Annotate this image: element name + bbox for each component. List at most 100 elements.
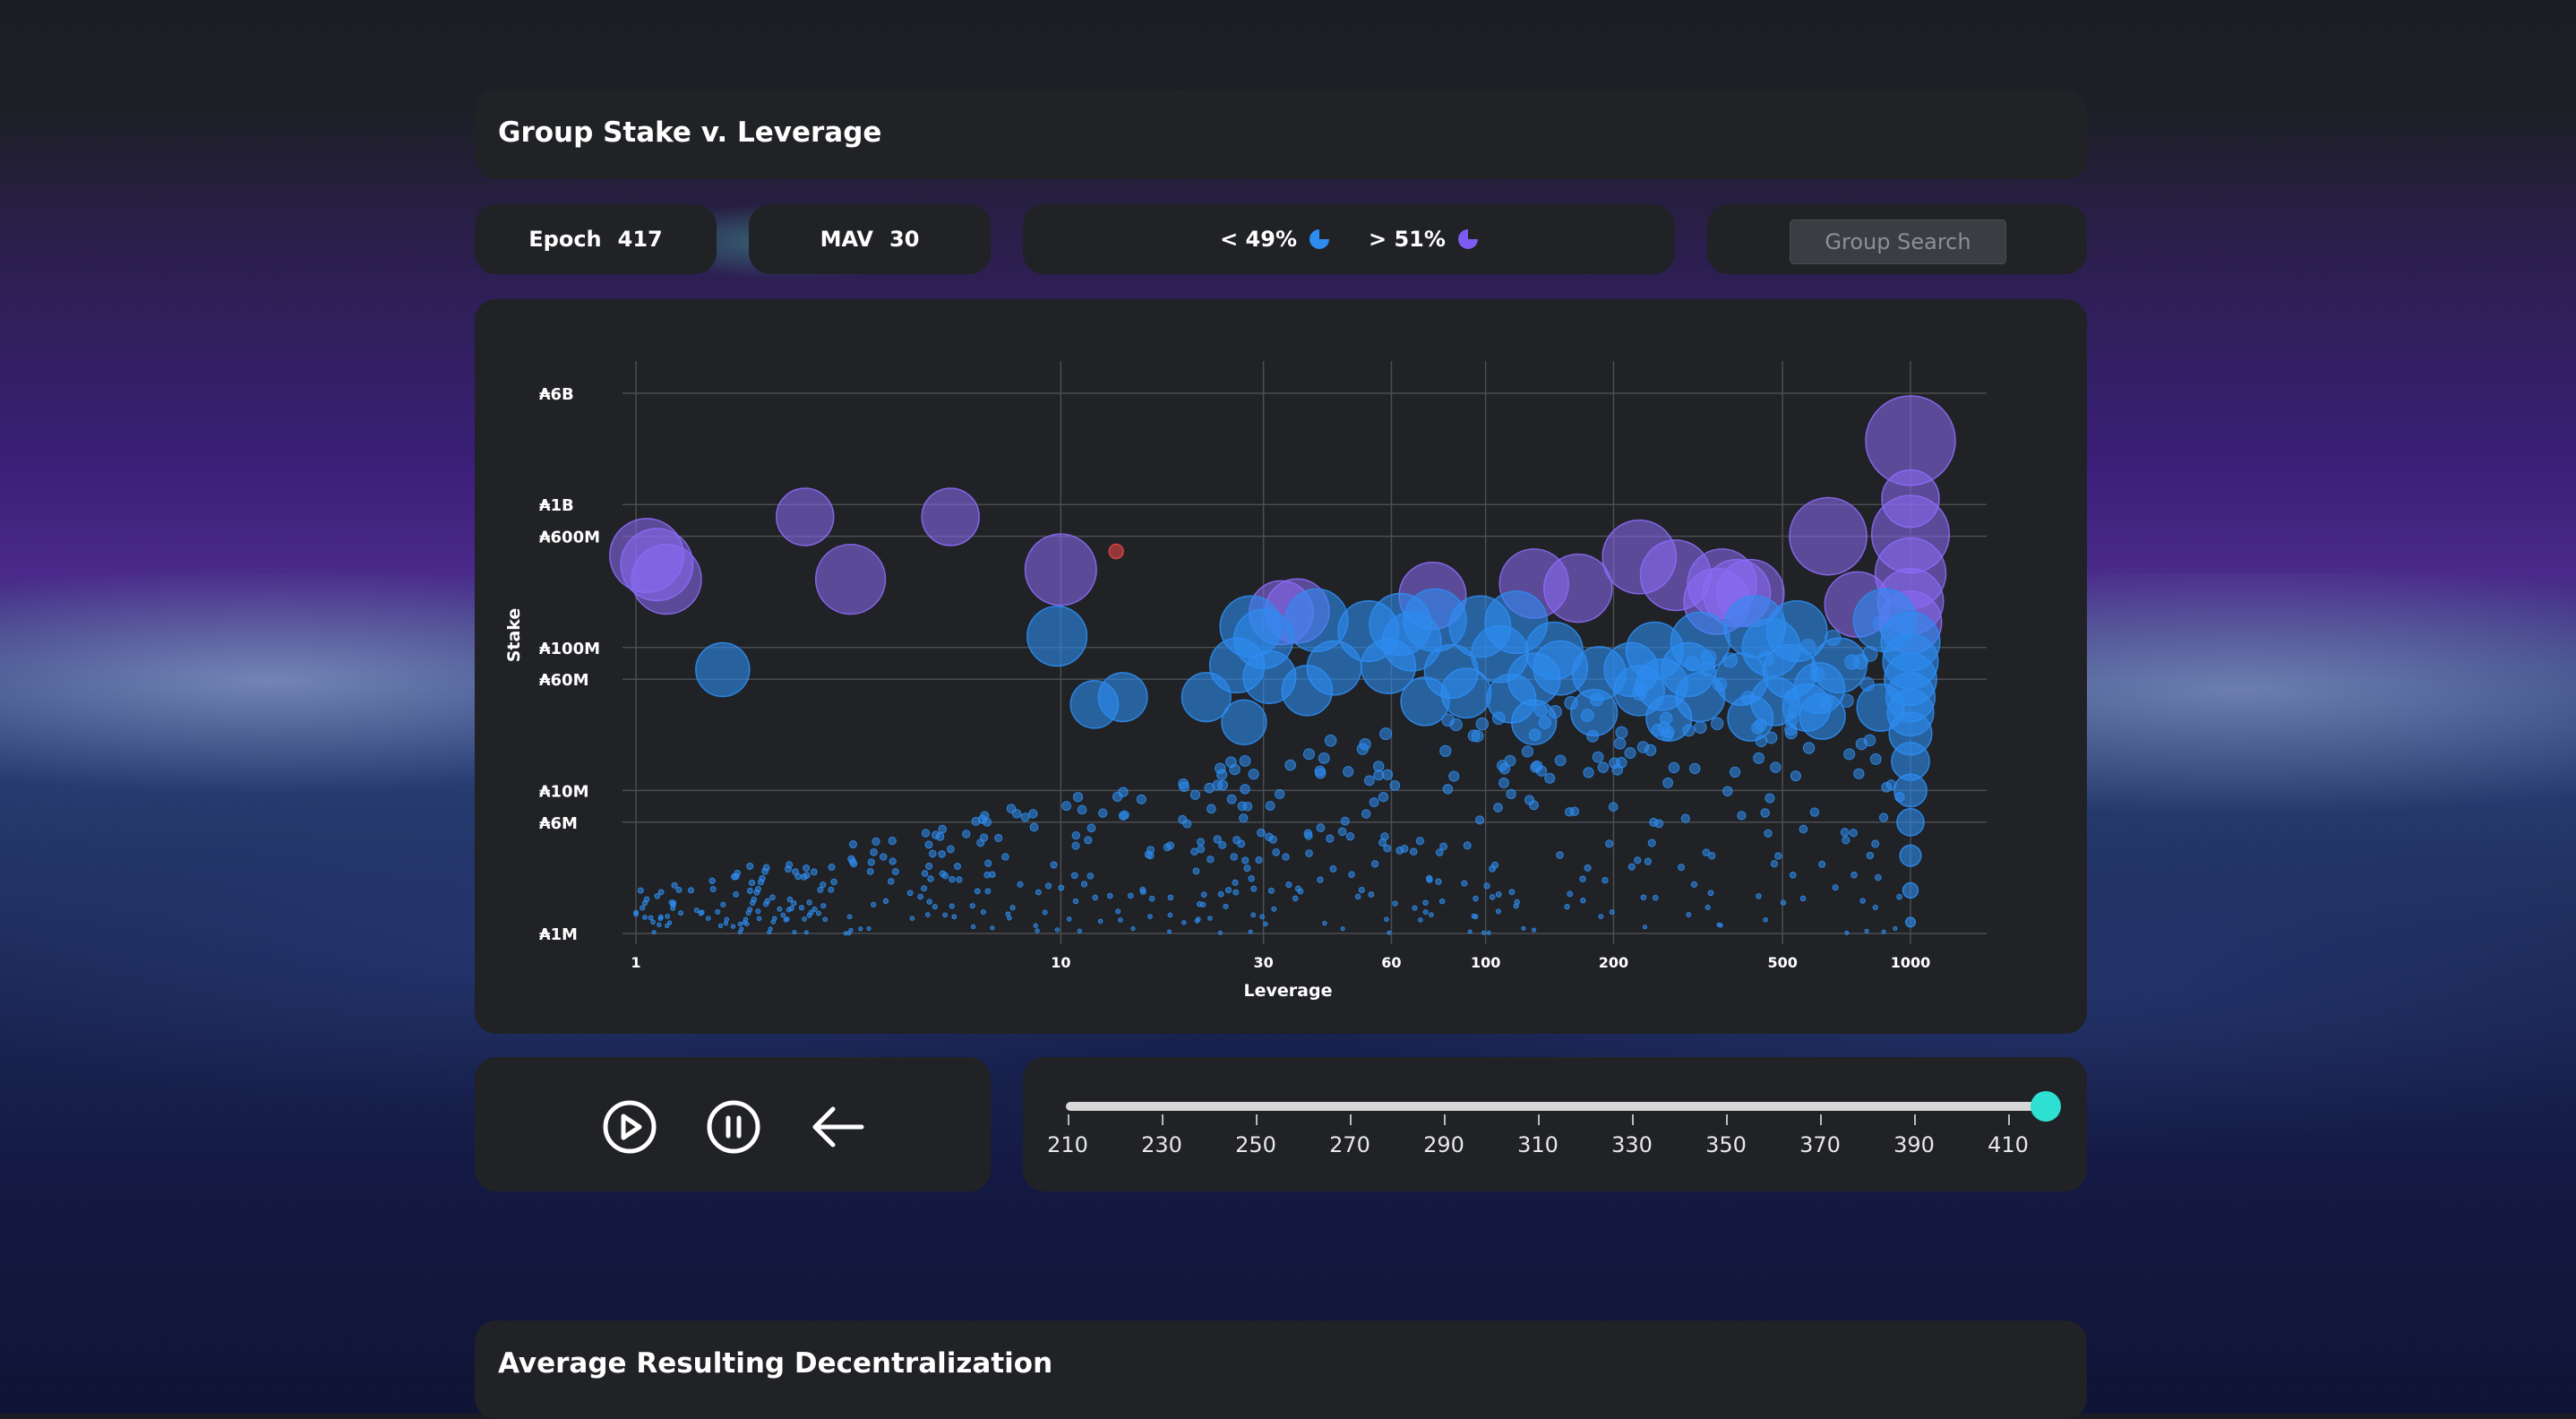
data-point[interactable] — [1802, 742, 1816, 754]
data-point[interactable] — [1608, 802, 1619, 813]
data-point[interactable] — [822, 916, 829, 923]
data-point[interactable] — [1042, 909, 1048, 916]
data-point[interactable] — [1326, 834, 1335, 843]
data-point[interactable] — [1729, 766, 1741, 778]
data-point[interactable] — [983, 871, 991, 879]
data-point[interactable] — [1475, 717, 1490, 731]
data-point[interactable] — [1473, 914, 1479, 920]
data-point[interactable] — [1316, 823, 1326, 832]
data-point[interactable] — [705, 916, 711, 921]
data-point[interactable] — [949, 903, 955, 909]
data-point[interactable] — [1624, 747, 1636, 760]
data-point[interactable] — [776, 487, 835, 546]
data-point[interactable] — [1644, 744, 1657, 756]
data-point[interactable] — [1722, 786, 1733, 796]
data-point[interactable] — [1190, 847, 1198, 856]
data-point[interactable] — [1364, 775, 1375, 787]
data-point[interactable] — [1378, 792, 1389, 803]
data-point[interactable] — [1139, 889, 1146, 895]
data-point[interactable] — [808, 909, 814, 916]
data-point[interactable] — [1893, 925, 1898, 932]
data-point[interactable] — [1263, 921, 1268, 927]
data-point[interactable] — [1130, 925, 1136, 932]
data-point[interactable] — [1033, 923, 1038, 928]
data-point[interactable] — [1642, 924, 1648, 930]
data-point[interactable] — [1640, 894, 1647, 901]
data-point[interactable] — [1200, 891, 1207, 899]
data-point[interactable] — [1770, 761, 1782, 773]
data-point[interactable] — [772, 916, 777, 922]
data-point[interactable] — [1864, 928, 1869, 933]
data-point[interactable] — [698, 910, 704, 916]
data-point[interactable] — [1035, 889, 1042, 896]
data-point[interactable] — [1508, 889, 1516, 896]
data-point[interactable] — [739, 926, 744, 932]
data-point[interactable] — [769, 894, 776, 900]
data-point[interactable] — [1086, 873, 1095, 880]
data-point[interactable] — [1196, 916, 1201, 922]
data-point[interactable] — [1072, 898, 1079, 905]
data-point[interactable] — [1439, 842, 1448, 851]
data-point[interactable] — [657, 914, 664, 920]
data-point[interactable] — [651, 930, 657, 935]
data-point[interactable] — [1859, 898, 1866, 904]
data-point[interactable] — [1521, 745, 1534, 758]
data-point[interactable] — [675, 886, 683, 893]
data-point[interactable] — [1392, 900, 1398, 907]
data-point[interactable] — [817, 886, 824, 893]
data-point[interactable] — [1248, 769, 1259, 780]
data-point[interactable] — [1475, 815, 1485, 825]
data-point[interactable] — [1354, 893, 1361, 900]
data-point[interactable] — [800, 873, 808, 881]
data-point[interactable] — [668, 899, 674, 906]
data-point[interactable] — [1842, 836, 1850, 845]
data-point[interactable] — [730, 873, 738, 881]
data-point[interactable] — [1207, 916, 1213, 921]
data-point[interactable] — [671, 882, 678, 889]
data-point[interactable] — [1690, 881, 1698, 888]
data-point[interactable] — [648, 915, 654, 921]
data-point[interactable] — [678, 910, 684, 916]
data-point[interactable] — [1580, 898, 1586, 904]
data-point[interactable] — [1223, 903, 1229, 910]
data-point[interactable] — [979, 833, 989, 842]
data-point[interactable] — [932, 830, 940, 839]
data-point[interactable] — [939, 870, 947, 878]
data-point[interactable] — [1017, 881, 1024, 888]
data-point[interactable] — [1412, 905, 1418, 911]
data-point[interactable] — [848, 840, 857, 849]
data-point[interactable] — [1872, 904, 1878, 911]
data-point[interactable] — [1359, 738, 1371, 751]
data-point[interactable] — [938, 824, 948, 834]
data-point[interactable] — [1569, 806, 1580, 816]
data-point[interactable] — [803, 864, 811, 872]
data-point[interactable] — [1395, 846, 1404, 855]
data-point[interactable] — [956, 876, 963, 883]
data-point[interactable] — [1197, 838, 1206, 847]
data-point[interactable] — [768, 926, 773, 932]
data-point[interactable] — [1077, 804, 1087, 815]
data-point[interactable] — [1304, 831, 1313, 840]
data-point[interactable] — [717, 923, 724, 929]
data-point[interactable] — [1448, 770, 1460, 782]
data-point[interactable] — [1268, 835, 1277, 844]
data-point[interactable] — [1001, 853, 1009, 861]
data-point[interactable] — [1178, 814, 1188, 824]
data-point[interactable] — [1340, 926, 1345, 932]
data-point[interactable] — [1866, 851, 1875, 860]
data-point[interactable] — [1380, 832, 1389, 841]
data-point[interactable] — [1241, 856, 1249, 864]
data-point[interactable] — [1028, 809, 1038, 819]
data-point[interactable] — [1197, 901, 1203, 907]
data-point[interactable] — [1118, 811, 1129, 821]
data-point[interactable] — [1652, 894, 1659, 901]
data-point[interactable] — [1818, 860, 1826, 868]
data-point[interactable] — [1248, 875, 1255, 882]
data-point[interactable] — [871, 901, 877, 907]
data-point[interactable] — [1267, 887, 1275, 894]
data-point[interactable] — [1189, 789, 1201, 800]
data-point[interactable] — [1689, 762, 1701, 775]
data-point[interactable] — [715, 908, 721, 915]
data-point[interactable] — [802, 916, 807, 922]
data-point[interactable] — [1163, 843, 1172, 852]
